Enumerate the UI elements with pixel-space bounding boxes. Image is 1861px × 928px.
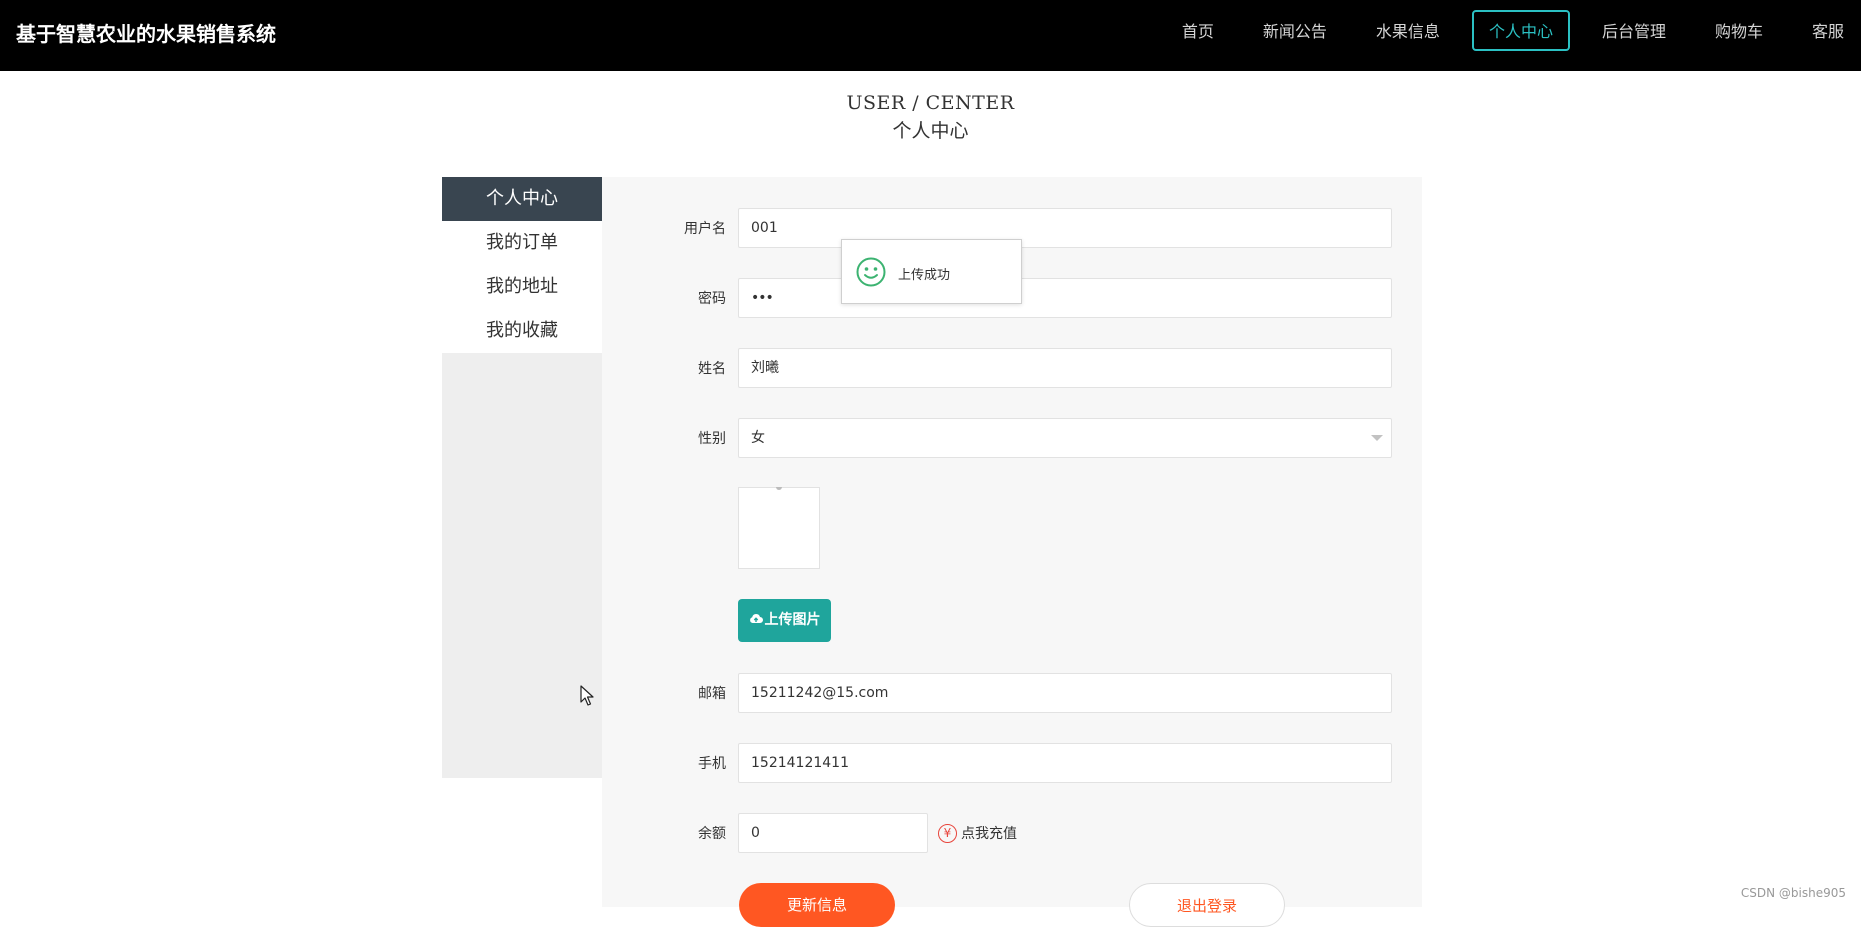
nav-item-fruit-info[interactable]: 水果信息 bbox=[1359, 10, 1457, 51]
gender-row: 性别 女 bbox=[602, 418, 1422, 458]
sidebar: 个人中心 我的订单 我的地址 我的收藏 bbox=[442, 177, 602, 778]
upload-success-toast: 上传成功 bbox=[841, 239, 1022, 304]
main-nav: 首页 新闻公告 水果信息 个人中心 后台管理 购物车 客服 bbox=[1150, 10, 1861, 51]
nav-item-news[interactable]: 新闻公告 bbox=[1246, 10, 1344, 51]
gender-select[interactable]: 女 bbox=[738, 418, 1392, 458]
gender-value: 女 bbox=[751, 430, 765, 446]
page-title-en: USER / CENTER bbox=[0, 92, 1861, 114]
smile-icon bbox=[856, 257, 886, 291]
balance-row: 余额 0 ¥ 点我充值 bbox=[602, 813, 1422, 853]
sidebar-item-user-center[interactable]: 个人中心 bbox=[442, 177, 602, 221]
site-title: 基于智慧农业的水果销售系统 bbox=[16, 18, 276, 47]
nav-item-support[interactable]: 客服 bbox=[1795, 10, 1861, 51]
page-heading: USER / CENTER 个人中心 bbox=[0, 92, 1861, 143]
yen-icon: ¥ bbox=[938, 824, 957, 843]
phone-label: 手机 bbox=[602, 753, 726, 773]
phone-field[interactable]: 15214121411 bbox=[738, 743, 1392, 783]
sidebar-item-orders[interactable]: 我的订单 bbox=[442, 221, 602, 265]
nav-item-home[interactable]: 首页 bbox=[1165, 10, 1231, 51]
nav-item-user-center[interactable]: 个人中心 bbox=[1472, 10, 1570, 51]
logout-button[interactable]: 退出登录 bbox=[1129, 883, 1285, 927]
sidebar-item-favorites[interactable]: 我的收藏 bbox=[442, 309, 602, 353]
broken-image-icon bbox=[776, 487, 782, 490]
recharge-label: 点我充值 bbox=[961, 823, 1017, 843]
email-label: 邮箱 bbox=[602, 683, 726, 703]
nav-item-cart[interactable]: 购物车 bbox=[1698, 10, 1780, 51]
balance-label: 余额 bbox=[602, 823, 726, 843]
page-title-cn: 个人中心 bbox=[0, 116, 1861, 143]
sidebar-item-addresses[interactable]: 我的地址 bbox=[442, 265, 602, 309]
avatar-preview bbox=[738, 487, 820, 569]
upload-image-label: 上传图片 bbox=[765, 612, 821, 628]
email-row: 邮箱 15211242@15.com bbox=[602, 673, 1422, 713]
nav-item-admin[interactable]: 后台管理 bbox=[1585, 10, 1683, 51]
top-navigation-bar: 基于智慧农业的水果销售系统 首页 新闻公告 水果信息 个人中心 后台管理 购物车… bbox=[0, 0, 1861, 71]
upload-image-button[interactable]: 上传图片 bbox=[738, 599, 831, 642]
gender-label: 性别 bbox=[602, 428, 726, 448]
chevron-down-icon bbox=[1371, 435, 1383, 441]
phone-row: 手机 15214121411 bbox=[602, 743, 1422, 783]
name-label: 姓名 bbox=[602, 358, 726, 378]
name-row: 姓名 刘曦 bbox=[602, 348, 1422, 388]
password-field[interactable]: ••• bbox=[738, 278, 1392, 318]
update-info-button[interactable]: 更新信息 bbox=[739, 883, 895, 927]
cloud-upload-icon bbox=[749, 599, 763, 642]
username-label: 用户名 bbox=[602, 218, 726, 238]
watermark: CSDN @bishe905 bbox=[1741, 886, 1846, 900]
toast-message: 上传成功 bbox=[898, 264, 950, 283]
username-field[interactable]: 001 bbox=[738, 208, 1392, 248]
name-field[interactable]: 刘曦 bbox=[738, 348, 1392, 388]
balance-field[interactable]: 0 bbox=[738, 813, 928, 853]
email-field[interactable]: 15211242@15.com bbox=[738, 673, 1392, 713]
recharge-link[interactable]: ¥ 点我充值 bbox=[938, 823, 1017, 843]
password-label: 密码 bbox=[602, 288, 726, 308]
mouse-pointer-icon bbox=[580, 685, 594, 711]
